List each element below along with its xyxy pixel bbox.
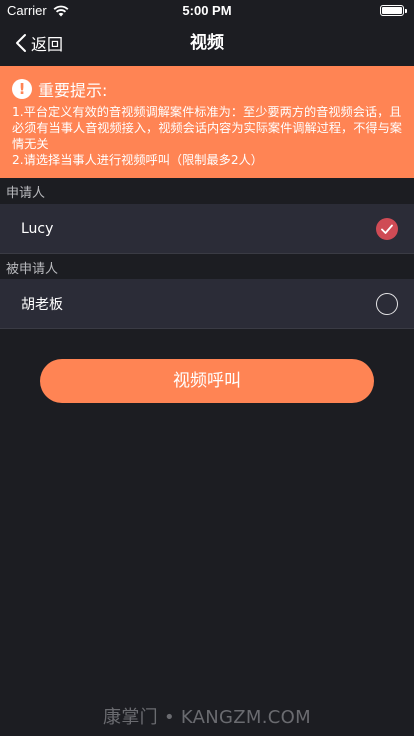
back-button[interactable]: 返回	[14, 22, 63, 64]
section-label-applicant: 申请人	[6, 186, 46, 201]
watermark: 康掌门 • KANGZM.COM	[103, 707, 311, 728]
status-bar: Carrier 5:00 PM	[0, 0, 414, 22]
back-label: 返回	[31, 35, 64, 54]
important-notice: ! 重要提示: 1.平台定义有效的音视频调解案件标准为：至少要两方的音视频会话，…	[0, 66, 414, 178]
notice-line-2: 2.请选择当事人进行视频呼叫（限制最多2人）	[12, 153, 263, 167]
exclamation-icon: !	[12, 79, 32, 99]
checked-circle-icon[interactable]	[376, 217, 398, 240]
party-row-respondent[interactable]: 胡老板	[0, 279, 414, 329]
checkmark-icon	[381, 224, 393, 234]
notice-header: ! 重要提示:	[12, 78, 404, 100]
notice-body: 1.平台定义有效的音视频调解案件标准为：至少要两方的音视频会话，且必须有当事人音…	[12, 104, 404, 168]
party-row-applicant[interactable]: Lucy	[0, 204, 414, 254]
video-call-button[interactable]: 视频呼叫	[40, 359, 374, 403]
battery-icon	[380, 5, 407, 16]
party-name: 胡老板	[21, 296, 63, 313]
chevron-left-icon	[16, 34, 26, 52]
section-label-respondent: 被申请人	[6, 262, 59, 277]
notice-line-1: 1.平台定义有效的音视频调解案件标准为：至少要两方的音视频会话，且必须有当事人音…	[12, 105, 402, 151]
notice-title: 重要提示:	[38, 81, 108, 100]
unchecked-circle-icon[interactable]	[376, 292, 398, 315]
navigation-bar: 返回 视频	[0, 22, 414, 64]
status-time: 5:00 PM	[182, 3, 232, 18]
party-name: Lucy	[21, 220, 54, 237]
